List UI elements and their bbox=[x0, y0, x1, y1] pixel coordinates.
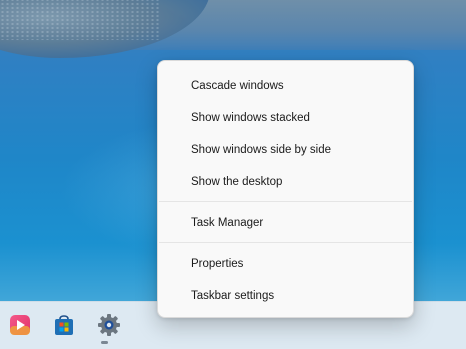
menu-separator bbox=[159, 201, 412, 202]
menu-item-show-windows-stacked[interactable]: Show windows stacked bbox=[162, 103, 409, 133]
menu-item-show-windows-side-by-side[interactable]: Show windows side by side bbox=[162, 135, 409, 165]
active-app-indicator bbox=[101, 341, 108, 344]
menu-item-taskbar-settings[interactable]: Taskbar settings bbox=[162, 281, 409, 311]
menu-item-show-the-desktop[interactable]: Show the desktop bbox=[162, 167, 409, 197]
menu-item-task-manager[interactable]: Task Manager bbox=[162, 208, 409, 238]
shore-texture bbox=[0, 0, 160, 40]
settings-gear-icon[interactable] bbox=[96, 312, 122, 338]
menu-item-properties[interactable]: Properties bbox=[162, 249, 409, 279]
menu-item-cascade-windows[interactable]: Cascade windows bbox=[162, 71, 409, 101]
menu-separator bbox=[159, 242, 412, 243]
taskbar-context-menu: Cascade windows Show windows stacked Sho… bbox=[157, 60, 414, 318]
media-player-icon[interactable] bbox=[7, 312, 33, 338]
microsoft-store-icon[interactable] bbox=[51, 312, 77, 338]
